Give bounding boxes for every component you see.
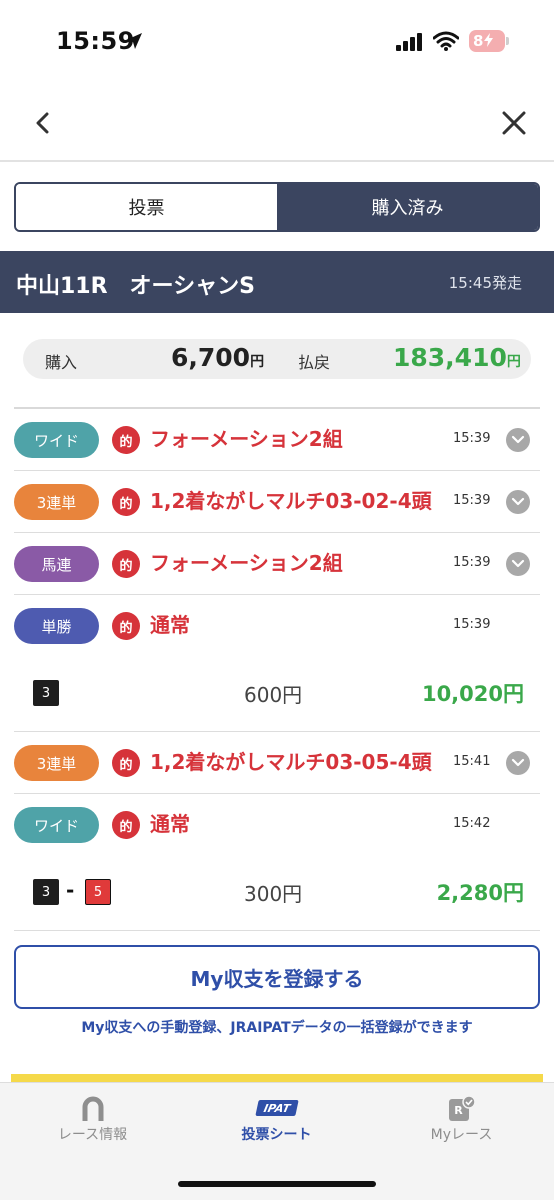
bet-type-badge: ワイド xyxy=(14,807,99,843)
tab-label: 投票シート xyxy=(241,1127,312,1143)
bet-row[interactable]: 3連単 的 1,2着ながしマルチ03-05-4頭 15:41 xyxy=(14,732,540,794)
result-row: 3 600円 10,020円 xyxy=(14,662,540,732)
payout-amount: 183,410円 xyxy=(393,343,521,372)
hit-mark: 的 xyxy=(112,550,140,578)
battery-level: 8 xyxy=(473,32,494,50)
horse-number: 5 xyxy=(85,879,111,905)
bet-row[interactable]: ワイド 的 フォーメーション2組 15:39 xyxy=(14,409,540,471)
nav-bar xyxy=(0,84,554,162)
stake-amount: 600円 xyxy=(244,683,303,707)
race-header: 中山11R オーシャンS 15:45発走 xyxy=(0,251,554,313)
tab-race-info[interactable]: レース情報 xyxy=(0,1083,185,1163)
bet-time: 15:39 xyxy=(453,555,491,570)
hit-mark: 的 xyxy=(112,488,140,516)
bet-time: 15:39 xyxy=(453,493,491,508)
bet-time: 15:39 xyxy=(453,431,491,446)
horse-number: 3 xyxy=(33,680,59,706)
vote-tab-switch: 投票 購入済み xyxy=(14,182,540,232)
bet-type-badge: ワイド xyxy=(14,422,99,458)
tab-label: レース情報 xyxy=(57,1127,128,1143)
race-title: 中山11R オーシャンS xyxy=(16,274,255,299)
horse-separator: - xyxy=(66,878,75,902)
cellular-signal-icon xyxy=(396,33,422,51)
ipat-icon: IPAT xyxy=(254,1100,299,1116)
purchase-amount: 6,700円 xyxy=(171,343,265,372)
chevron-down-icon[interactable] xyxy=(506,490,530,514)
payout-amount: 10,020円 xyxy=(421,682,524,706)
bet-row[interactable]: 3連単 的 1,2着ながしマルチ03-02-4頭 15:39 xyxy=(14,471,540,533)
register-balance-button[interactable]: My収支を登録する xyxy=(14,945,540,1009)
tab-vote[interactable]: 投票 xyxy=(16,184,277,230)
bet-type-badge: 3連単 xyxy=(14,745,99,781)
bet-description: 通常 xyxy=(150,613,190,637)
bet-description: 通常 xyxy=(150,812,190,836)
battery-icon: 8 xyxy=(469,30,509,52)
register-note: My収支への手動登録、JRAIPATデータの一括登録ができます xyxy=(81,1020,473,1036)
bet-row[interactable]: 馬連 的 フォーメーション2組 15:39 xyxy=(14,533,540,595)
purchase-summary: 購入 6,700円 払戻 183,410円 xyxy=(23,339,531,379)
bet-row[interactable]: 単勝 的 通常 15:39 xyxy=(14,595,540,657)
status-bar: 15:59 8 xyxy=(0,0,554,84)
home-indicator xyxy=(178,1181,376,1187)
bet-description: フォーメーション2組 xyxy=(150,427,343,451)
purchase-label: 購入 xyxy=(45,353,78,372)
bet-type-badge: 3連単 xyxy=(14,484,99,520)
tab-label: Myレース xyxy=(430,1127,493,1143)
bet-description: 1,2着ながしマルチ03-02-4頭 xyxy=(150,489,432,513)
my-race-icon: R xyxy=(448,1095,476,1121)
tab-purchased[interactable]: 購入済み xyxy=(277,184,538,230)
back-chevron-icon[interactable] xyxy=(28,108,58,138)
bet-time: 15:39 xyxy=(453,617,491,632)
bet-type-badge: 馬連 xyxy=(14,546,99,582)
bet-description: 1,2着ながしマルチ03-05-4頭 xyxy=(150,750,432,774)
tab-my-race[interactable]: R Myレース xyxy=(369,1083,554,1163)
bet-time: 15:41 xyxy=(453,754,491,769)
post-time: 15:45発走 xyxy=(448,274,522,292)
bet-time: 15:42 xyxy=(453,816,491,831)
location-arrow-icon xyxy=(126,33,142,49)
hit-mark: 的 xyxy=(112,811,140,839)
wifi-icon xyxy=(433,31,459,51)
payout-label: 払戻 xyxy=(298,353,331,372)
tab-vote-sheet[interactable]: IPAT 投票シート xyxy=(184,1083,369,1163)
hit-mark: 的 xyxy=(112,749,140,777)
stake-amount: 300円 xyxy=(244,882,303,906)
bet-type-badge: 単勝 xyxy=(14,608,99,644)
chevron-down-icon[interactable] xyxy=(506,751,530,775)
payout-amount: 2,280円 xyxy=(436,881,524,905)
horseshoe-icon xyxy=(82,1096,103,1121)
horse-number: 3 xyxy=(33,879,59,905)
chevron-down-icon[interactable] xyxy=(506,552,530,576)
bet-description: フォーメーション2組 xyxy=(150,551,343,575)
close-icon[interactable] xyxy=(499,108,529,138)
hit-mark: 的 xyxy=(112,612,140,640)
chevron-down-icon[interactable] xyxy=(506,428,530,452)
bet-row[interactable]: ワイド 的 通常 15:42 xyxy=(14,794,540,856)
result-row: 3 - 5 300円 2,280円 xyxy=(14,861,540,931)
hit-mark: 的 xyxy=(112,426,140,454)
